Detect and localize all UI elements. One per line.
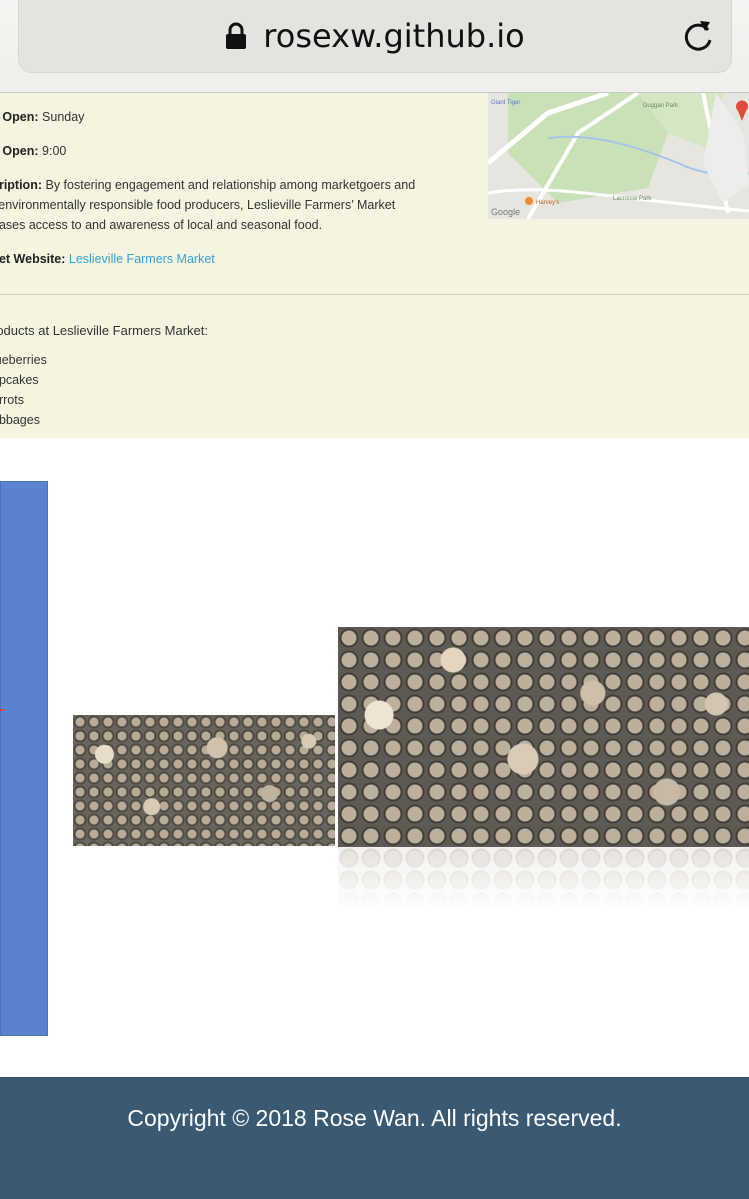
map-label-duggan-park: Duggan Park: [643, 103, 679, 109]
address-bar[interactable]: rosexw.github.io: [18, 0, 732, 73]
map-label-giant-tiger: Giant Tiger: [491, 100, 520, 106]
website-label: ket Website:: [0, 252, 66, 266]
blue-panel: [0, 481, 48, 1036]
marker: [0, 709, 4, 711]
address-content: rosexw.github.io: [19, 16, 731, 56]
footer: Copyright © 2018 Rose Wan. All rights re…: [0, 1077, 749, 1199]
map-label-lacrosse-park: Lacrosse Park: [613, 196, 652, 202]
lock-icon: [226, 22, 247, 49]
list-item: lueberries: [0, 353, 47, 367]
website-row: ket Website: Leslieville Farmers Market: [0, 249, 467, 269]
list-item: upcakes: [0, 373, 39, 387]
url-text[interactable]: rosexw.github.io: [263, 17, 524, 55]
description-line-1: By fostering engagement and relationship…: [45, 178, 416, 192]
time-open-row: e Open: 9:00: [0, 141, 467, 161]
pebbles-image-reflection: [338, 847, 749, 909]
list-item: arrots: [0, 393, 24, 407]
map-graphic[interactable]: Giant Tiger Duggan Park Harvey's Lacross…: [488, 93, 749, 219]
days-open-label: s Open:: [0, 110, 39, 124]
section-divider: [0, 294, 749, 295]
copyright-text: Copyright © 2018 Rose Wan. All rights re…: [127, 1105, 622, 1131]
website-link[interactable]: Leslieville Farmers Market: [69, 252, 215, 266]
reload-icon[interactable]: [681, 18, 715, 54]
pebbles-image-large: [338, 627, 749, 847]
products-heading: roducts at Leslieville Farmers Market:: [0, 323, 209, 338]
days-open-row: s Open: Sunday: [0, 107, 467, 127]
market-details-panel: s Open: Sunday e Open: 9:00 cription: By…: [0, 93, 749, 438]
description-label: cription:: [0, 178, 42, 192]
description-line-3: eases access to and awareness of local a…: [0, 218, 323, 232]
list-item: abbages: [0, 413, 40, 427]
map-label-harveys: Harvey's: [536, 200, 559, 206]
pebbles-image-small: [73, 715, 335, 846]
time-open-label: e Open:: [0, 144, 39, 158]
map-embed[interactable]: Giant Tiger Duggan Park Harvey's Lacross…: [488, 93, 749, 219]
market-info: s Open: Sunday e Open: 9:00 cription: By…: [0, 107, 467, 283]
products-section: roducts at Leslieville Farmers Market: l…: [0, 323, 208, 430]
description-line-2: l environmentally responsible food produ…: [0, 198, 396, 212]
time-open-value: 9:00: [42, 144, 67, 158]
description-row: cription: By fostering engagement and re…: [0, 175, 467, 235]
google-logo: Google: [491, 207, 520, 217]
days-open-value: Sunday: [42, 110, 85, 124]
browser-toolbar: rosexw.github.io: [0, 0, 749, 93]
products-list: lueberries upcakes arrots abbages: [0, 350, 208, 430]
